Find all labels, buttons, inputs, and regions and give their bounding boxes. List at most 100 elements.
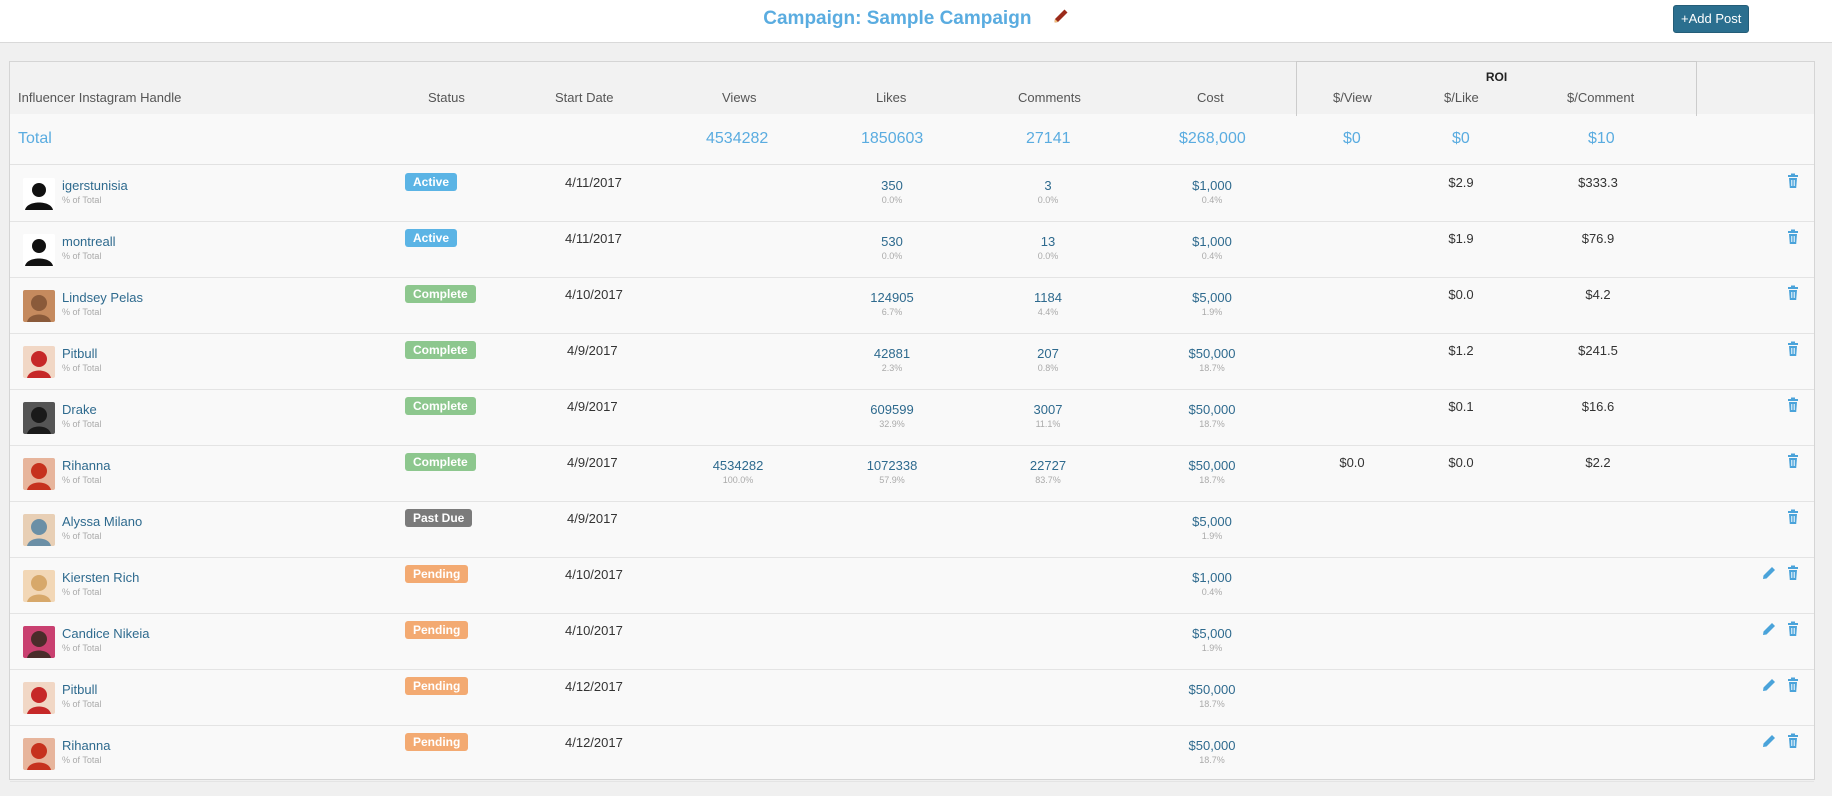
per-comment-value: $76.9	[1581, 231, 1615, 246]
avatar[interactable]	[23, 234, 55, 266]
status-badge: Complete	[405, 397, 476, 415]
comments-pct: 0.0%	[1037, 251, 1059, 261]
cost-value: $50,000	[1188, 682, 1236, 697]
col-per-view: $/View	[1333, 90, 1372, 105]
avatar[interactable]	[23, 682, 55, 714]
table-row: Pitbull % of Total Complete 4/9/2017 428…	[10, 333, 1814, 390]
cost-pct: 0.4%	[1201, 587, 1223, 597]
cost-value: $50,000	[1188, 402, 1236, 417]
col-handle: Influencer Instagram Handle	[18, 90, 182, 105]
cost-value: $5,000	[1192, 514, 1232, 529]
per-comment-value: $333.3	[1578, 175, 1618, 190]
trash-icon[interactable]	[1785, 285, 1801, 301]
avatar[interactable]	[23, 738, 55, 770]
status-badge: Pending	[405, 565, 469, 583]
start-date: 4/9/2017	[567, 511, 618, 526]
influencer-name-link[interactable]: Rihanna	[62, 458, 110, 473]
trash-icon[interactable]	[1785, 621, 1801, 637]
cost-pct: 1.9%	[1201, 531, 1223, 541]
per-like-value: $0.0	[1448, 287, 1474, 302]
trash-icon[interactable]	[1785, 341, 1801, 357]
pct-of-total-label: % of Total	[62, 587, 102, 597]
trash-icon[interactable]	[1785, 565, 1801, 581]
influencer-name-link[interactable]: Lindsey Pelas	[62, 290, 143, 305]
avatar[interactable]	[23, 346, 55, 378]
trash-icon[interactable]	[1785, 173, 1801, 189]
avatar[interactable]	[23, 290, 55, 322]
edit-pencil-icon[interactable]	[1761, 621, 1777, 637]
start-date: 4/12/2017	[565, 735, 623, 750]
influencer-name-link[interactable]: Kiersten Rich	[62, 570, 139, 585]
cost-value: $50,000	[1188, 346, 1236, 361]
trash-icon[interactable]	[1785, 397, 1801, 413]
influencer-name-link[interactable]: Rihanna	[62, 738, 110, 753]
status-badge: Complete	[405, 341, 476, 359]
views-pct: 100.0%	[722, 475, 754, 485]
influencer-name-link[interactable]: Candice Nikeia	[62, 626, 149, 641]
pct-of-total-label: % of Total	[62, 531, 102, 541]
trash-icon[interactable]	[1785, 509, 1801, 525]
trash-icon[interactable]	[1785, 229, 1801, 245]
per-comment-value: $16.6	[1581, 399, 1615, 414]
comments-pct: 4.4%	[1037, 307, 1059, 317]
start-date: 4/9/2017	[567, 399, 618, 414]
cost-pct: 0.4%	[1201, 195, 1223, 205]
trash-icon[interactable]	[1785, 677, 1801, 693]
totals-label: Total	[18, 130, 52, 147]
cost-pct: 18.7%	[1199, 363, 1225, 373]
comments-pct: 0.0%	[1037, 195, 1059, 205]
influencer-name-link[interactable]: igerstunisia	[62, 178, 128, 193]
pct-of-total-label: % of Total	[62, 755, 102, 765]
comments-value: 1184	[1034, 290, 1062, 305]
per-like-value: $0.1	[1448, 399, 1474, 414]
influencer-name-link[interactable]: Drake	[62, 402, 97, 417]
totals-likes: 1850603	[861, 130, 924, 147]
add-post-button[interactable]: +Add Post	[1673, 5, 1750, 33]
avatar[interactable]	[23, 178, 55, 210]
table-row: igerstunisia % of Total Active 4/11/2017…	[10, 165, 1814, 222]
table-row: Alyssa Milano % of Total Past Due 4/9/20…	[10, 501, 1814, 558]
roi-group: ROI	[1296, 61, 1697, 116]
trash-icon[interactable]	[1785, 733, 1801, 749]
comments-value: 3007	[1033, 402, 1063, 417]
avatar[interactable]	[23, 402, 55, 434]
per-comment-value: $4.2	[1585, 287, 1611, 302]
influencer-name-link[interactable]: montreall	[62, 234, 115, 249]
views-value: 4534282	[712, 458, 764, 473]
comments-pct: 83.7%	[1035, 475, 1061, 485]
cost-pct: 18.7%	[1199, 419, 1225, 429]
edit-pencil-icon[interactable]	[1761, 565, 1777, 581]
influencer-name-link[interactable]: Pitbull	[62, 682, 97, 697]
avatar[interactable]	[23, 458, 55, 490]
totals-cost: $268,000	[1179, 130, 1246, 147]
comments-pct: 0.8%	[1037, 363, 1059, 373]
likes-value: 124905	[870, 290, 914, 305]
col-likes: Likes	[876, 90, 907, 105]
influencer-name-link[interactable]: Pitbull	[62, 346, 97, 361]
per-comment-value: $241.5	[1578, 343, 1618, 358]
totals-comments: 27141	[1026, 130, 1071, 147]
likes-pct: 32.9%	[879, 419, 905, 429]
avatar[interactable]	[23, 626, 55, 658]
avatar[interactable]	[23, 514, 55, 546]
likes-pct: 2.3%	[881, 363, 903, 373]
edit-pencil-icon[interactable]	[1761, 733, 1777, 749]
pct-of-total-label: % of Total	[62, 195, 102, 205]
per-comment-value: $2.2	[1585, 455, 1611, 470]
table-row: Candice Nikeia % of Total Pending 4/10/2…	[10, 613, 1814, 670]
col-start-date: Start Date	[555, 90, 614, 105]
edit-pencil-icon[interactable]	[1761, 677, 1777, 693]
totals-per-comment: $10	[1588, 130, 1615, 147]
start-date: 4/10/2017	[565, 287, 623, 302]
influencer-name-link[interactable]: Alyssa Milano	[62, 514, 142, 529]
trash-icon[interactable]	[1785, 453, 1801, 469]
status-badge: Complete	[405, 285, 476, 303]
col-per-comment: $/Comment	[1567, 90, 1635, 105]
pct-of-total-label: % of Total	[62, 251, 102, 261]
likes-pct: 0.0%	[881, 195, 903, 205]
avatar[interactable]	[23, 570, 55, 602]
cost-value: $5,000	[1192, 626, 1232, 641]
edit-campaign-pencil-icon[interactable]	[1053, 8, 1069, 30]
cost-value: $1,000	[1192, 178, 1232, 193]
status-badge: Active	[405, 229, 458, 247]
